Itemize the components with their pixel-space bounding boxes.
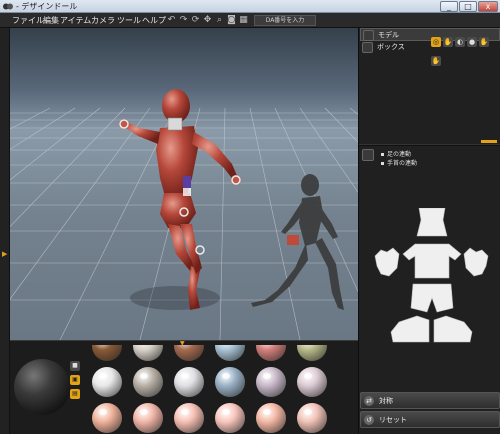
panel-divider[interactable] <box>359 144 500 146</box>
material-tools: ■ ▣ ▤ <box>70 361 82 421</box>
material-swatch[interactable] <box>215 367 245 397</box>
material-swatch[interactable] <box>256 367 286 397</box>
material-grid <box>86 345 358 434</box>
material-swatch[interactable] <box>215 403 245 433</box>
menu-bar: ファイル 編集 アイテム カメラ ツール ヘルプ ↶ ↷ ⟳ ✥ ⌕ ◙ ▦ D… <box>0 13 500 28</box>
menu-tools[interactable]: ツール <box>117 15 141 26</box>
hip-control-marker[interactable] <box>183 188 191 196</box>
box-thumb-icon <box>362 42 373 53</box>
motion-item[interactable]: 足の連動 <box>360 150 500 159</box>
material-swatch[interactable] <box>256 345 286 361</box>
torso-part[interactable] <box>416 208 448 237</box>
undo-icon[interactable]: ↶ <box>166 15 177 26</box>
material-swatch[interactable] <box>133 345 163 361</box>
material-swatch[interactable] <box>174 345 204 361</box>
cube-icon[interactable]: ■ <box>70 361 80 371</box>
zoom-icon[interactable]: ⌕ <box>214 15 225 26</box>
symmetry-icon: ⇄ <box>364 396 374 406</box>
menu-help[interactable]: ヘルプ <box>142 15 166 26</box>
left-shoe-part[interactable] <box>390 315 430 343</box>
material-mode-icon[interactable]: ▣ <box>70 375 80 385</box>
reset-button[interactable]: ↺ リセット <box>360 411 500 428</box>
material-swatch[interactable] <box>297 403 327 433</box>
grid-icon[interactable]: ▦ <box>238 15 249 26</box>
rotate-icon[interactable]: ⟳ <box>190 15 201 26</box>
scene-item-box[interactable]: ボックス <box>360 41 500 54</box>
close-button[interactable]: x <box>478 1 498 12</box>
material-preview-sphere <box>14 359 70 415</box>
bullet-icon <box>381 162 384 165</box>
scene-render <box>10 89 358 340</box>
menu-edit[interactable]: 編集 <box>43 15 59 26</box>
app-logo-icon <box>3 3 13 10</box>
motion-item-label: 手首の連動 <box>387 160 418 167</box>
scene-item-label: ボックス <box>377 43 405 51</box>
title-bar: - デザインドール _ □ x <box>0 0 500 13</box>
scene-tree-scrollbar[interactable] <box>481 140 497 143</box>
floor-shadow <box>130 286 220 310</box>
right-panel: モデル ◎ ✋ ◐ ● ✋✋ ボックス 足の連動 手首の連動 ⇄ 対称 ↺ リセ… <box>358 28 500 434</box>
menu-camera[interactable]: カメラ <box>91 15 115 26</box>
material-swatch[interactable] <box>92 367 122 397</box>
left-glove-part[interactable] <box>374 247 400 277</box>
menu-item[interactable]: アイテム <box>60 15 91 26</box>
reset-icon: ↺ <box>364 415 374 425</box>
material-swatch[interactable] <box>256 403 286 433</box>
torso-control-marker[interactable] <box>183 176 191 188</box>
material-swatch[interactable] <box>297 367 327 397</box>
reset-label: リセット <box>379 416 407 424</box>
material-list-icon[interactable]: ▤ <box>70 389 80 399</box>
shorts-part[interactable] <box>410 283 454 313</box>
da-number-input[interactable]: DA番号を入力 <box>254 15 316 26</box>
window-title: - デザインドール <box>16 2 78 11</box>
material-swatch[interactable] <box>174 403 204 433</box>
right-shoe-part[interactable] <box>433 315 473 343</box>
shirt-part[interactable] <box>402 243 462 279</box>
material-swatch[interactable] <box>297 345 327 361</box>
expand-left-icon[interactable]: ▶ <box>2 250 7 258</box>
material-swatch[interactable] <box>215 345 245 361</box>
material-swatch[interactable] <box>174 367 204 397</box>
camera-icon[interactable]: ◙ <box>226 15 237 26</box>
head-control-marker[interactable] <box>167 117 183 131</box>
menu-file[interactable]: ファイル <box>12 15 44 26</box>
scene-item-model[interactable]: モデル ◎ ✋ ◐ ● ✋✋ <box>360 28 500 66</box>
shadow-figure-marker <box>287 235 299 245</box>
symmetry-button[interactable]: ⇄ 対称 <box>360 392 500 409</box>
motion-item[interactable]: 手首の連動 <box>360 159 500 168</box>
model-thumb-icon <box>363 30 374 41</box>
motion-item-label: 足の連動 <box>387 151 412 158</box>
material-swatch[interactable] <box>92 345 122 361</box>
scene-item-label: モデル <box>378 31 399 39</box>
pair-hands-icon[interactable]: ✋ <box>431 56 441 66</box>
right-glove-part[interactable] <box>463 247 489 277</box>
material-swatch[interactable] <box>92 403 122 433</box>
move-icon[interactable]: ✥ <box>202 15 213 26</box>
minimize-button[interactable]: _ <box>440 1 458 12</box>
3d-viewport[interactable] <box>10 28 358 340</box>
redo-icon[interactable]: ↷ <box>178 15 189 26</box>
material-swatch[interactable] <box>133 403 163 433</box>
body-parts-selector[interactable] <box>369 208 494 358</box>
material-swatch[interactable] <box>133 367 163 397</box>
symmetry-label: 対称 <box>379 397 393 405</box>
material-panel: ▼ ■ ▣ ▤ <box>10 340 358 434</box>
left-collapse-strip[interactable]: ▶ <box>0 28 10 434</box>
design-doll-app: - デザインドール _ □ x ファイル 編集 アイテム カメラ ツール ヘルプ… <box>0 0 500 434</box>
maximize-button[interactable]: □ <box>459 1 477 12</box>
bullet-icon <box>381 153 384 156</box>
